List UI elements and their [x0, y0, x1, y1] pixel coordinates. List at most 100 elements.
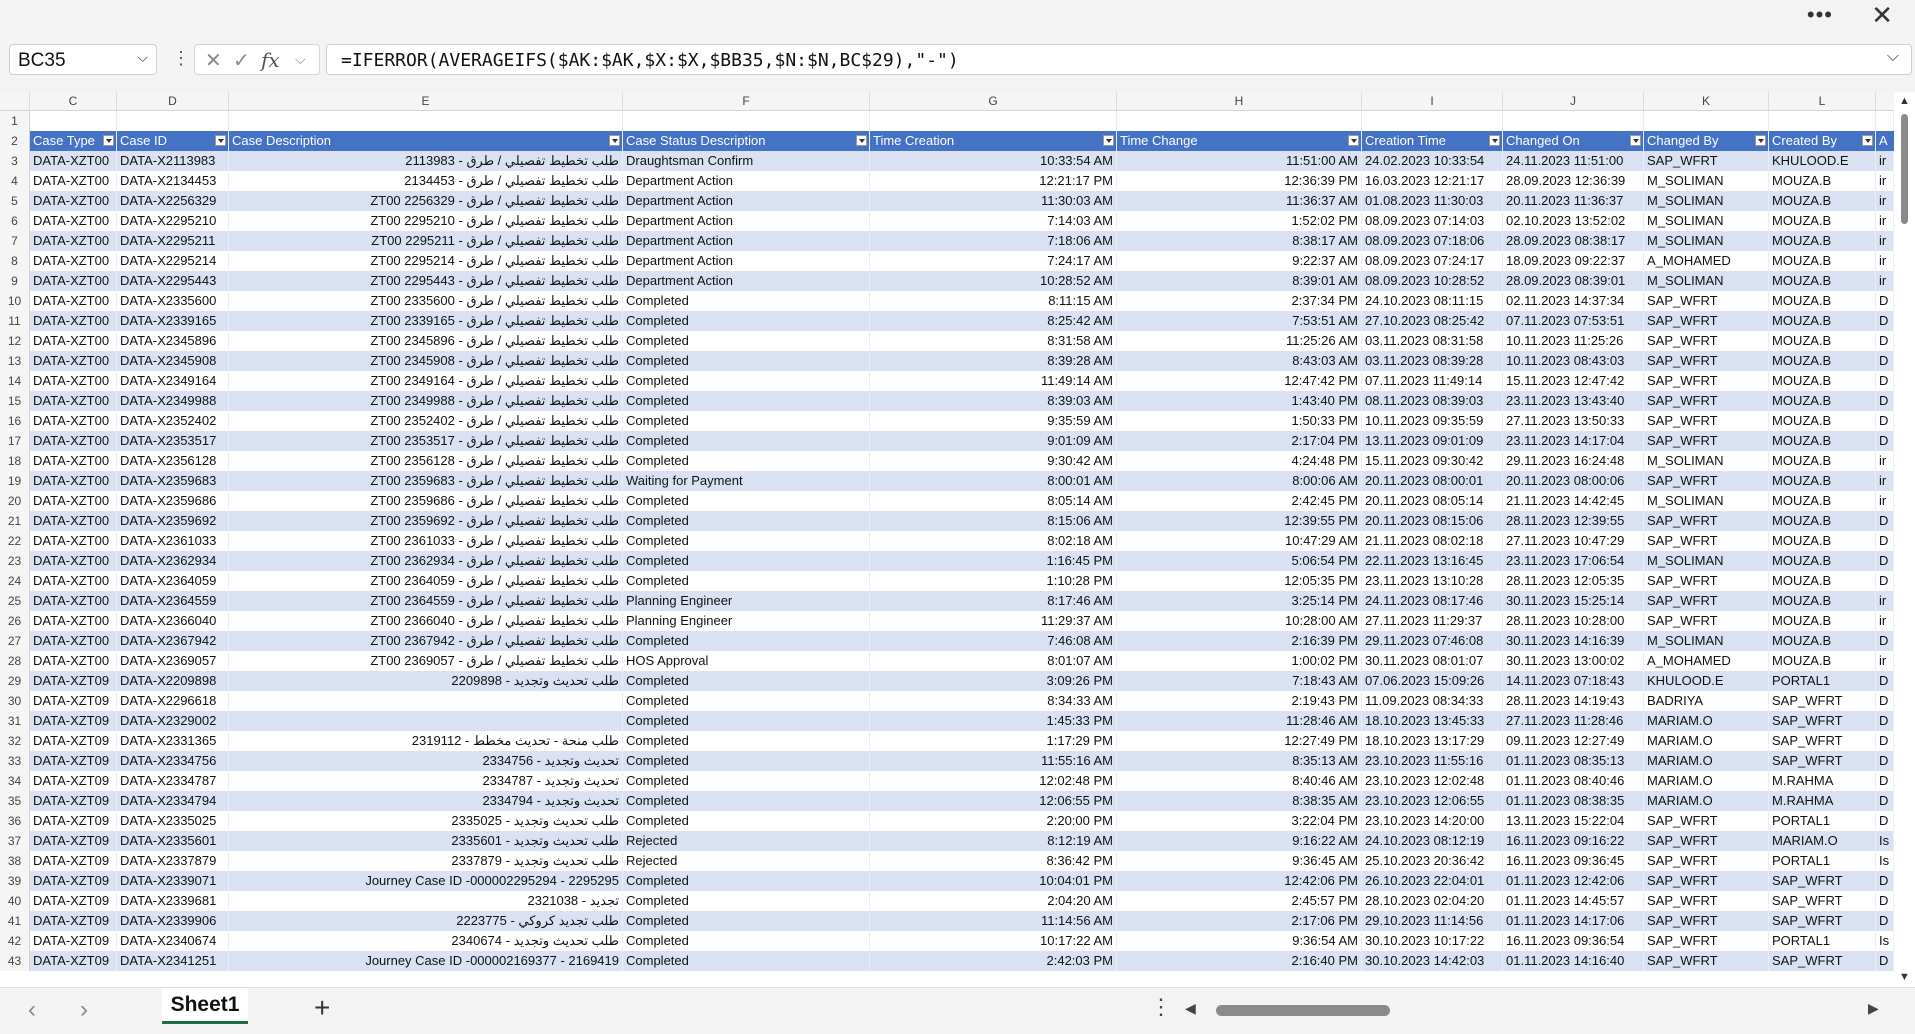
table-cell[interactable]: KHULOOD.E [1644, 671, 1769, 691]
table-cell[interactable]: 20.11.2023 08:00:01 [1362, 471, 1503, 491]
table-cell[interactable]: 4:24:48 PM [1117, 451, 1362, 471]
table-cell[interactable]: 1:00:02 PM [1117, 651, 1362, 671]
table-cell[interactable]: Completed [623, 571, 870, 591]
table-cell[interactable]: ir [1876, 211, 1894, 231]
row-header[interactable]: 22 [0, 531, 30, 551]
table-cell[interactable]: 28.11.2023 12:05:35 [1503, 571, 1644, 591]
table-cell[interactable] [1644, 111, 1769, 131]
table-cell[interactable]: DATA-XZT00 [30, 311, 117, 331]
table-cell[interactable]: 2:04:20 AM [870, 891, 1117, 911]
table-cell[interactable]: M_SOLIMAN [1644, 491, 1769, 511]
table-cell[interactable]: Department Action [623, 211, 870, 231]
table-cell[interactable]: 09.11.2023 12:27:49 [1503, 731, 1644, 751]
table-cell[interactable]: PORTAL1 [1769, 671, 1876, 691]
table-cell[interactable]: MOUZA.B [1769, 631, 1876, 651]
table-cell[interactable]: ir [1876, 611, 1894, 631]
table-cell[interactable]: SAP_WFRT [1644, 351, 1769, 371]
table-cell[interactable]: طلب تخطيط تفصيلي / طرق - ZT00 2295214 [229, 251, 623, 271]
table-cell[interactable]: MOUZA.B [1769, 231, 1876, 251]
table-cell[interactable]: SAP_WFRT [1644, 931, 1769, 951]
table-cell[interactable]: SAP_WFRT [1644, 331, 1769, 351]
filter-dropdown-icon[interactable] [1630, 135, 1641, 146]
table-cell[interactable]: DATA-XZT00 [30, 611, 117, 631]
table-cell[interactable]: D [1876, 571, 1894, 591]
table-cell[interactable]: 10:33:54 AM [870, 151, 1117, 171]
table-cell[interactable]: 29.10.2023 11:14:56 [1362, 911, 1503, 931]
table-cell[interactable]: DATA-X2366040 [117, 611, 229, 631]
row-header[interactable]: 8 [0, 251, 30, 271]
table-cell[interactable]: DATA-XZT00 [30, 391, 117, 411]
table-cell[interactable]: 24.10.2023 08:11:15 [1362, 291, 1503, 311]
table-cell[interactable]: 07.11.2023 11:49:14 [1362, 371, 1503, 391]
table-cell[interactable] [229, 711, 623, 731]
column-header-k[interactable]: K [1644, 92, 1769, 110]
table-cell[interactable]: D [1876, 371, 1894, 391]
table-cell[interactable]: DATA-X2341251 [117, 951, 229, 971]
table-cell[interactable]: 16.11.2023 09:36:45 [1503, 851, 1644, 871]
table-cell[interactable]: 2:37:34 PM [1117, 291, 1362, 311]
row-header[interactable]: 20 [0, 491, 30, 511]
table-cell[interactable]: SAP_WFRT [1644, 571, 1769, 591]
table-cell[interactable]: Completed [623, 911, 870, 931]
table-cell[interactable]: DATA-X2369057 [117, 651, 229, 671]
table-cell[interactable]: 27.11.2023 13:50:33 [1503, 411, 1644, 431]
table-cell[interactable]: 8:38:35 AM [1117, 791, 1362, 811]
table-cell[interactable]: MOUZA.B [1769, 191, 1876, 211]
table-cell[interactable]: DATA-X2345896 [117, 331, 229, 351]
table-cell[interactable]: 23.11.2023 13:10:28 [1362, 571, 1503, 591]
chevron-right-icon[interactable]: › [80, 996, 88, 1024]
row-header[interactable]: 43 [0, 951, 30, 971]
table-cell[interactable]: 8:00:06 AM [1117, 471, 1362, 491]
scroll-thumb[interactable] [1901, 114, 1908, 224]
table-cell[interactable]: طلب تحديث وتجديد - 2335025 [229, 811, 623, 831]
table-cell[interactable]: D [1876, 431, 1894, 451]
table-cell[interactable]: DATA-X2353517 [117, 431, 229, 451]
table-cell[interactable]: 27.11.2023 11:29:37 [1362, 611, 1503, 631]
table-cell[interactable]: D [1876, 691, 1894, 711]
table-cell[interactable]: DATA-X2339165 [117, 311, 229, 331]
more-options-icon[interactable]: ••• [1807, 2, 1833, 28]
table-cell[interactable]: DATA-XZT00 [30, 431, 117, 451]
table-cell[interactable]: MOUZA.B [1769, 451, 1876, 471]
table-cell[interactable] [870, 111, 1117, 131]
table-cell[interactable]: MOUZA.B [1769, 471, 1876, 491]
table-cell[interactable]: 24.11.2023 08:17:46 [1362, 591, 1503, 611]
table-cell[interactable]: 5:06:54 PM [1117, 551, 1362, 571]
table-cell[interactable]: 01.11.2023 12:42:06 [1503, 871, 1644, 891]
table-cell[interactable]: 23.10.2023 11:55:16 [1362, 751, 1503, 771]
table-cell[interactable]: MARIAM.O [1644, 731, 1769, 751]
table-cell[interactable]: Department Action [623, 191, 870, 211]
table-cell[interactable]: طلب تخطيط تفصيلي / طرق - ZT00 2369057 [229, 651, 623, 671]
table-cell[interactable]: 21.11.2023 14:42:45 [1503, 491, 1644, 511]
row-header[interactable]: 26 [0, 611, 30, 631]
table-cell[interactable]: D [1876, 311, 1894, 331]
row-header[interactable]: 31 [0, 711, 30, 731]
table-cell[interactable]: DATA-X2335025 [117, 811, 229, 831]
table-cell[interactable]: SAP_WFRT [1644, 851, 1769, 871]
table-cell[interactable]: طلب تخطيط تفصيلي / طرق - ZT00 2353517 [229, 431, 623, 451]
table-cell[interactable]: 10.11.2023 11:25:26 [1503, 331, 1644, 351]
table-cell[interactable]: 2:19:43 PM [1117, 691, 1362, 711]
table-cell[interactable]: 11.09.2023 08:34:33 [1362, 691, 1503, 711]
table-cell[interactable]: 8:36:42 PM [870, 851, 1117, 871]
table-cell[interactable]: 13.11.2023 15:22:04 [1503, 811, 1644, 831]
table-cell[interactable]: 12:36:39 PM [1117, 171, 1362, 191]
table-cell[interactable]: DATA-XZT00 [30, 631, 117, 651]
filter-dropdown-icon[interactable] [1755, 135, 1766, 146]
table-cell[interactable]: DATA-X2361033 [117, 531, 229, 551]
table-cell[interactable]: 10:04:01 PM [870, 871, 1117, 891]
table-cell[interactable]: 15.11.2023 09:30:42 [1362, 451, 1503, 471]
table-cell[interactable]: DATA-X2295443 [117, 271, 229, 291]
table-cell[interactable]: 23.10.2023 12:06:55 [1362, 791, 1503, 811]
expand-formula-icon[interactable]: ⌵ [1887, 48, 1899, 66]
table-cell[interactable]: ir [1876, 471, 1894, 491]
table-cell[interactable]: MOUZA.B [1769, 651, 1876, 671]
table-cell[interactable]: طلب تجديد كروكي - 2223775 [229, 911, 623, 931]
table-cell[interactable]: Waiting for Payment [623, 471, 870, 491]
table-cell[interactable]: 08.09.2023 07:14:03 [1362, 211, 1503, 231]
plus-icon[interactable]: + [314, 992, 330, 1024]
table-cell[interactable]: MOUZA.B [1769, 511, 1876, 531]
table-cell[interactable]: D [1876, 531, 1894, 551]
row-header[interactable]: 19 [0, 471, 30, 491]
table-cell[interactable]: 8:35:13 AM [1117, 751, 1362, 771]
